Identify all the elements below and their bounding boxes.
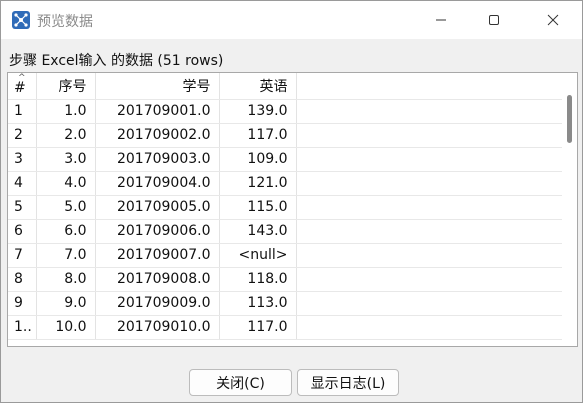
english-cell: <null> [219,243,297,268]
filler-cell [296,123,563,148]
minimize-icon [436,19,446,21]
table-row[interactable]: 1 1.0 201709001.0 139.0 [8,99,563,124]
filler-cell [296,147,563,172]
student-id-cell: 201709009.0 [95,291,220,316]
row-number-cell: 1.. [8,315,37,340]
student-id-cell: 201709004.0 [95,171,220,196]
maximize-button[interactable] [471,1,517,39]
filler-cell [296,195,563,220]
filler-cell [296,315,563,340]
row-number-cell: 1 [8,99,37,124]
minimize-button[interactable] [418,1,464,39]
table-row[interactable]: 8 8.0 201709008.0 118.0 [8,267,563,292]
table-row[interactable]: 2 2.0 201709002.0 117.0 [8,123,563,148]
table-row[interactable]: 3 3.0 201709003.0 109.0 [8,147,563,172]
english-cell: 118.0 [219,267,297,292]
vertical-scrollbar[interactable] [562,73,577,346]
close-button[interactable]: 关闭(C) [189,369,292,396]
filler-cell [296,99,563,124]
step-data-label: 步骤 Excel输入 的数据 (51 rows) [9,53,224,69]
sort-indicator-icon: ^ [18,73,26,83]
row-number-cell: 9 [8,291,37,316]
english-cell: 117.0 [219,315,297,340]
data-grid[interactable]: ^ # 序号 学号 英语 1 1.0 201709001.0 139.0 2 2.0 2017… [7,72,578,347]
column-header-rownum[interactable]: ^ # [8,73,37,100]
seq-cell: 9.0 [36,291,96,316]
filler-cell [296,171,563,196]
student-id-cell: 201709001.0 [95,99,220,124]
english-cell: 143.0 [219,219,297,244]
seq-cell: 10.0 [36,315,96,340]
row-number-cell: 3 [8,147,37,172]
seq-cell: 2.0 [36,123,96,148]
header-row: ^ # 序号 学号 英语 [8,73,563,100]
english-cell: 113.0 [219,291,297,316]
column-header-seq[interactable]: 序号 [36,73,96,100]
student-id-cell: 201709003.0 [95,147,220,172]
window-title: 预览数据 [37,14,93,30]
app-icon [12,11,30,29]
english-cell: 109.0 [219,147,297,172]
show-log-button[interactable]: 显示日志(L) [297,369,399,396]
row-number-cell: 6 [8,219,37,244]
row-number-cell: 5 [8,195,37,220]
title-bar[interactable]: 预览数据 [1,1,582,39]
maximize-icon [489,15,499,25]
filler-cell [296,291,563,316]
seq-cell: 1.0 [36,99,96,124]
table-row[interactable]: 4 4.0 201709004.0 121.0 [8,171,563,196]
row-number-cell: 4 [8,171,37,196]
seq-cell: 4.0 [36,171,96,196]
english-cell: 117.0 [219,123,297,148]
row-number-cell: 2 [8,123,37,148]
student-id-cell: 201709005.0 [95,195,220,220]
column-header-student-id[interactable]: 学号 [95,73,220,100]
filler-cell [296,219,563,244]
english-cell: 139.0 [219,99,297,124]
seq-cell: 3.0 [36,147,96,172]
row-number-cell: 7 [8,243,37,268]
seq-cell: 8.0 [36,267,96,292]
filler-cell [296,243,563,268]
table-row[interactable]: 5 5.0 201709005.0 115.0 [8,195,563,220]
seq-cell: 6.0 [36,219,96,244]
english-cell: 121.0 [219,171,297,196]
column-header-filler [296,73,563,100]
table-row[interactable]: 6 6.0 201709006.0 143.0 [8,219,563,244]
close-icon [547,14,559,26]
column-header-english[interactable]: 英语 [219,73,297,100]
student-id-cell: 201709002.0 [95,123,220,148]
filler-cell [296,267,563,292]
table-row[interactable]: 1.. 10.0 201709010.0 117.0 [8,315,563,340]
preview-dialog: 预览数据 步骤 Excel输入 的数据 (51 rows) ^ # 序号 学号 英… [0,0,583,403]
table-row[interactable]: 7 7.0 201709007.0 <null> [8,243,563,268]
row-number-cell: 8 [8,267,37,292]
student-id-cell: 201709008.0 [95,267,220,292]
seq-cell: 5.0 [36,195,96,220]
table-row[interactable]: 9 9.0 201709009.0 113.0 [8,291,563,316]
close-window-button[interactable] [530,1,576,39]
student-id-cell: 201709006.0 [95,219,220,244]
preview-table: ^ # 序号 学号 英语 1 1.0 201709001.0 139.0 2 2.0 2017… [8,73,563,340]
english-cell: 115.0 [219,195,297,220]
seq-cell: 7.0 [36,243,96,268]
student-id-cell: 201709010.0 [95,315,220,340]
scrollbar-thumb[interactable] [567,95,572,143]
student-id-cell: 201709007.0 [95,243,220,268]
